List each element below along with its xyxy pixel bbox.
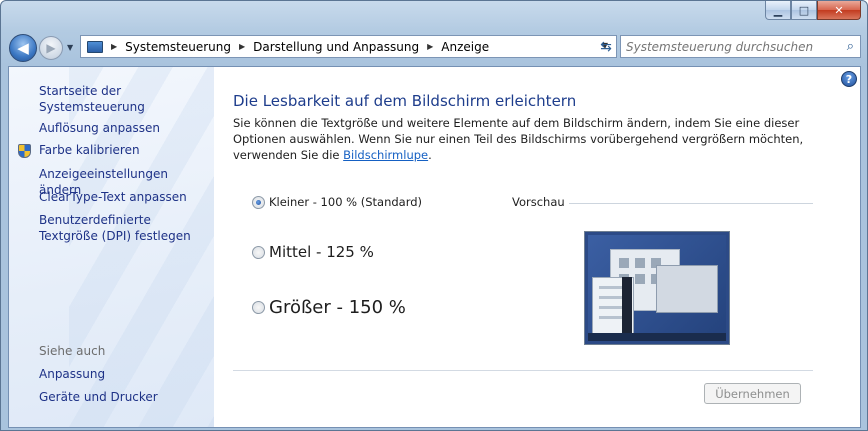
sidebar: Startseite der Systemsteuerung Auflösung… [9,67,214,427]
window: ▁ □ ✕ ◀ ▶ ▼ ▶ Systemsteuerung ▶ Darstell… [0,0,868,431]
preview-tile [635,258,645,268]
preview-tile [619,258,629,268]
sidebar-link-cleartype[interactable]: ClearType-Text anpassen [39,189,187,205]
address-bar[interactable]: ▶ Systemsteuerung ▶ Darstellung und Anpa… [80,35,617,58]
magnifier-link[interactable]: Bildschirmlupe [343,148,428,162]
preview-scrollbar [622,277,632,335]
option-medium-label: Mittel - 125 % [269,243,374,261]
preview-divider [569,203,813,204]
content-area: Startseite der Systemsteuerung Auflösung… [8,66,861,428]
option-small-label: Kleiner - 100 % (Standard) [269,195,423,209]
preview-window [656,265,718,313]
back-arrow-icon: ◀ [17,39,29,57]
preview-line [599,316,623,319]
option-large-label: Größer - 150 % [269,297,406,318]
sidebar-link-custom-dpi[interactable]: Benutzerdefinierte Textgröße (DPI) festl… [39,212,209,244]
forward-arrow-icon: ▶ [46,41,56,55]
preview-desktop [588,235,726,341]
option-large[interactable]: Größer - 150 % [252,297,406,318]
preview-image [584,231,730,345]
preview-line [599,296,623,299]
preview-tile [635,274,645,284]
shield-icon [18,144,31,158]
close-button[interactable]: ✕ [817,1,861,20]
preview-line [599,306,623,309]
breadcrumb-arrow-icon[interactable]: ▶ [239,42,245,51]
see-also-heading: Siehe auch [39,344,106,358]
breadcrumb-arrow-icon[interactable]: ▶ [427,42,433,51]
breadcrumb-darstellung[interactable]: Darstellung und Anpassung [253,40,419,54]
preview-line [599,286,623,289]
page-title: Die Lesbarkeit auf dem Bildschirm erleic… [233,92,577,110]
maximize-button[interactable]: □ [791,1,817,20]
forward-button[interactable]: ▶ [39,36,63,60]
help-icon[interactable]: ? [841,71,857,87]
sidebar-link-devices-printers[interactable]: Geräte und Drucker [39,389,158,405]
page-description: Sie können die Textgröße und weitere Ele… [233,115,823,163]
description-text: Sie können die Textgröße und weitere Ele… [233,116,804,162]
sidebar-home-link[interactable]: Startseite der Systemsteuerung [39,83,214,115]
recent-pages-dropdown[interactable]: ▼ [67,43,73,52]
radio-medium[interactable] [252,245,265,259]
breadcrumb-systemsteuerung[interactable]: Systemsteuerung [125,40,231,54]
control-panel-icon [87,40,103,53]
refresh-button[interactable]: ⇆ [594,35,618,58]
minimize-button[interactable]: ▁ [765,1,791,20]
footer-divider [233,370,813,371]
radio-large[interactable] [252,301,265,314]
description-period: . [428,148,432,162]
option-small[interactable]: Kleiner - 100 % (Standard) [252,195,422,209]
radio-small[interactable] [252,195,265,209]
search-input[interactable] [626,39,836,54]
navigation-bar: ◀ ▶ ▼ ▶ Systemsteuerung ▶ Darstellung un… [9,34,861,62]
preview-taskbar [588,333,726,341]
option-medium[interactable]: Mittel - 125 % [252,243,374,261]
search-icon[interactable]: ⌕ [847,39,854,54]
apply-button[interactable]: Übernehmen [704,383,801,404]
caption-buttons: ▁ □ ✕ [765,1,861,20]
search-box[interactable]: ⌕ [620,35,861,58]
refresh-icon: ⇆ [600,38,612,55]
breadcrumb-arrow-icon[interactable]: ▶ [111,42,117,51]
sidebar-link-personalization[interactable]: Anpassung [39,366,105,382]
back-button[interactable]: ◀ [9,34,37,62]
breadcrumb-anzeige[interactable]: Anzeige [441,40,489,54]
sidebar-link-calibrate-color[interactable]: Farbe kalibrieren [39,142,140,158]
sidebar-link-resolution[interactable]: Auflösung anpassen [39,120,160,136]
preview-label: Vorschau [512,195,565,209]
